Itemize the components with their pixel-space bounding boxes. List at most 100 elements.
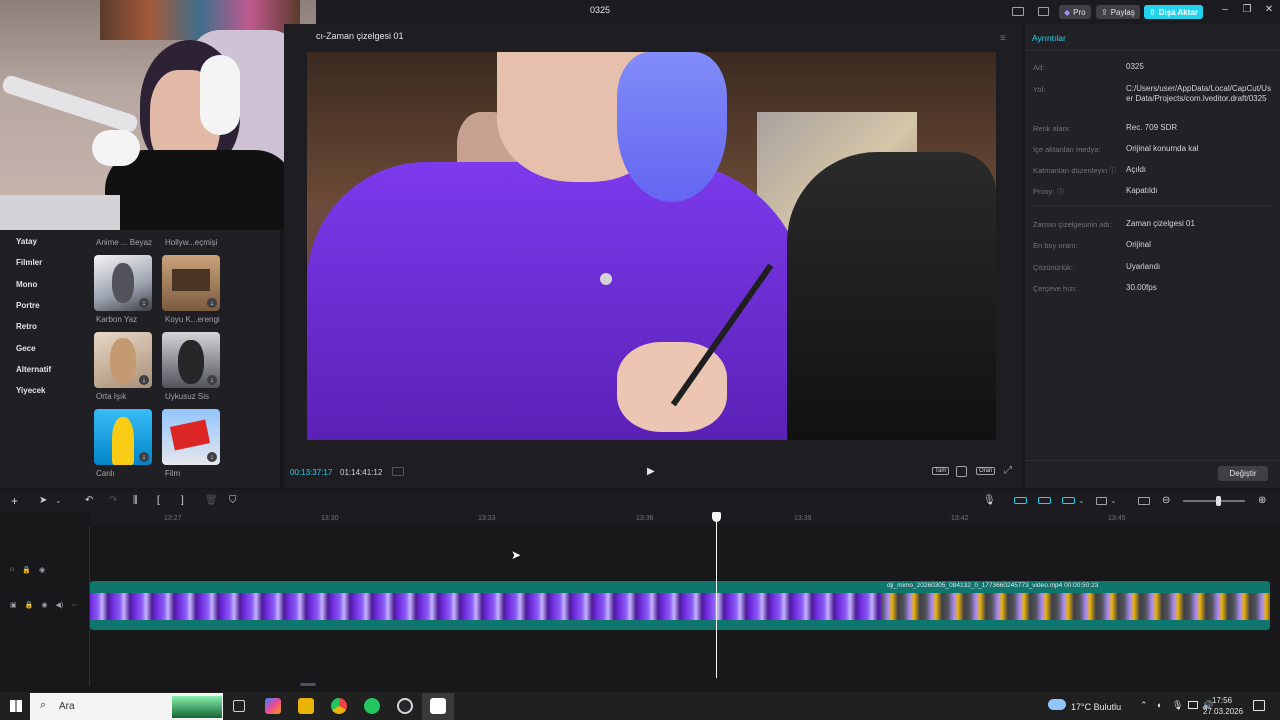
pro-button[interactable]: ◆ Pro xyxy=(1059,5,1091,19)
more-icon[interactable]: ⋯ xyxy=(71,601,78,609)
category-retro[interactable]: Retro xyxy=(16,322,37,331)
playhead-line[interactable] xyxy=(716,520,717,678)
category-yatay[interactable]: Yatay xyxy=(16,237,37,246)
download-icon[interactable]: ↓ xyxy=(139,298,149,308)
select-tool-icon[interactable]: ➤ xyxy=(39,495,47,506)
tray-chevron-icon[interactable]: ⌃ xyxy=(1140,700,1148,711)
close-icon[interactable]: ✕ xyxy=(1260,4,1278,15)
eye-icon[interactable]: ◉ xyxy=(39,566,45,574)
filter-label: Karbon Yaz xyxy=(96,315,138,324)
category-alternatif[interactable]: Alternatif xyxy=(16,365,51,374)
clock-time[interactable]: 17:56 xyxy=(1212,696,1232,705)
full-quality-button[interactable]: Tam xyxy=(932,467,950,475)
modify-button[interactable]: Değiştir xyxy=(1218,466,1268,481)
filter-thumb-film[interactable]: ↓ xyxy=(162,409,220,465)
share-button[interactable]: ⇪ Paylaş xyxy=(1096,5,1140,19)
detail-value: Uyarlandı xyxy=(1126,262,1161,271)
undo-icon[interactable]: ↶ xyxy=(85,495,93,506)
split-icon[interactable]: ⫼ xyxy=(133,495,138,506)
tray-audio-device-icon[interactable]: ◖ xyxy=(1156,700,1161,710)
download-icon[interactable]: ↓ xyxy=(139,375,149,385)
copilot-icon[interactable] xyxy=(265,698,281,714)
file-explorer-icon[interactable] xyxy=(298,698,314,714)
taskbar-search[interactable]: ⌕ Ara xyxy=(30,693,223,720)
lock-icon[interactable]: 🔒 xyxy=(22,566,31,574)
eye-icon[interactable]: ◉ xyxy=(41,601,47,609)
link-icon[interactable] xyxy=(1062,497,1075,504)
zoom-slider[interactable] xyxy=(1183,496,1245,506)
shield-icon[interactable]: ⛉ xyxy=(229,495,237,506)
category-portre[interactable]: Portre xyxy=(16,301,40,310)
video-preview[interactable] xyxy=(307,52,996,440)
category-mono[interactable]: Mono xyxy=(16,280,37,289)
delete-icon[interactable]: 🗑 xyxy=(205,495,218,506)
weather-text[interactable]: 17°C Bulutlu xyxy=(1071,702,1121,712)
audio-icon[interactable]: ◀) xyxy=(55,601,63,609)
microphone-icon[interactable]: 🎙 xyxy=(983,495,996,506)
filter-thumb-karbon[interactable]: ↓ xyxy=(94,255,152,311)
ratio-button[interactable]: Oran xyxy=(976,467,996,475)
redo-icon[interactable]: ↷ xyxy=(109,495,117,506)
download-icon[interactable]: ↓ xyxy=(207,298,217,308)
preview-axis-icon[interactable] xyxy=(1096,497,1107,505)
capcut-taskbar-item[interactable] xyxy=(422,693,454,720)
timeline-ruler[interactable] xyxy=(90,512,1280,526)
cover-icon[interactable]: ▣ xyxy=(10,601,17,609)
chevron-down-icon[interactable]: ⌄ xyxy=(1078,496,1085,505)
play-icon[interactable]: ▶ xyxy=(647,466,655,477)
tray-network-icon[interactable] xyxy=(1188,701,1198,709)
chrome-icon[interactable] xyxy=(331,698,347,714)
clip-label: dji_mimo_20260305_084132_0_1773660245773… xyxy=(887,582,1099,589)
spotify-icon[interactable] xyxy=(364,698,380,714)
notification-icon[interactable] xyxy=(1253,700,1265,711)
grid-icon[interactable] xyxy=(392,467,404,476)
timeline-name: cı-Zaman çizelgesi 01 xyxy=(316,31,404,41)
link-main-icon[interactable] xyxy=(1014,497,1027,504)
fit-icon[interactable] xyxy=(1138,497,1150,505)
tray-microphone-icon[interactable]: 🎙 xyxy=(1172,700,1183,711)
lock-icon[interactable]: 🔒 xyxy=(25,601,34,609)
zoom-slider-handle[interactable] xyxy=(1216,496,1221,506)
info-icon[interactable]: ⓘ xyxy=(1057,187,1064,197)
filter-thumb-canli[interactable]: ↓ xyxy=(94,409,152,465)
clock-date[interactable]: 27.03.2026 xyxy=(1203,707,1243,716)
zoom-out-icon[interactable]: ⊖ xyxy=(1162,495,1170,506)
windows-start-icon[interactable] xyxy=(10,700,22,712)
video-clip[interactable]: dji_mimo_20260305_084132_0_1773660245773… xyxy=(90,581,1270,630)
add-icon[interactable]: + xyxy=(11,494,18,508)
zoom-in-icon[interactable]: ⊕ xyxy=(1258,495,1266,506)
filter-thumb-koyu[interactable]: ↓ xyxy=(162,255,220,311)
category-yiyecek[interactable]: Yiyecek xyxy=(16,386,46,395)
webcam-overlay xyxy=(0,0,316,230)
details-header[interactable]: Ayrıntılar xyxy=(1032,33,1066,43)
trim-left-icon[interactable]: [ xyxy=(157,495,160,506)
obs-icon[interactable] xyxy=(397,698,413,714)
chevron-down-icon[interactable]: ⌄ xyxy=(55,496,62,505)
trim-right-icon[interactable]: ] xyxy=(181,495,184,506)
magnet-icon[interactable] xyxy=(1038,497,1051,504)
export-button[interactable]: ⇧ Dışa Aktar xyxy=(1144,5,1203,19)
minimize-icon[interactable]: – xyxy=(1216,4,1234,15)
filter-thumb-orta[interactable]: ↓ xyxy=(94,332,152,388)
detail-label: Çerçeve hızı: xyxy=(1033,284,1078,293)
info-icon[interactable]: ⓘ xyxy=(1109,166,1116,176)
text-track-icon[interactable]: ⌂ xyxy=(10,566,14,574)
player-menu-icon[interactable]: ≡ xyxy=(1000,33,1006,44)
fullscreen-icon[interactable]: ⤢ xyxy=(1004,465,1012,476)
filter-thumb-uykusuz[interactable]: ↓ xyxy=(162,332,220,388)
restore-icon[interactable]: ❐ xyxy=(1238,4,1256,15)
task-view-icon[interactable] xyxy=(233,700,245,712)
weather-icon[interactable] xyxy=(1048,699,1066,710)
track-controls: ⌂ 🔒 ◉ xyxy=(10,566,45,574)
horizontal-scrollbar[interactable] xyxy=(300,683,316,686)
chevron-down-icon[interactable]: ⌄ xyxy=(1110,496,1117,505)
category-filmler[interactable]: Filmler xyxy=(16,258,42,267)
download-icon[interactable]: ↓ xyxy=(139,452,149,462)
download-icon[interactable]: ↓ xyxy=(207,375,217,385)
shortcut-icon[interactable] xyxy=(1038,7,1049,16)
download-icon[interactable]: ↓ xyxy=(207,452,217,462)
category-gece[interactable]: Gece xyxy=(16,344,36,353)
layout-icon[interactable] xyxy=(1012,7,1024,16)
search-icon: ⌕ xyxy=(40,699,47,711)
snapshot-icon[interactable] xyxy=(956,466,967,477)
